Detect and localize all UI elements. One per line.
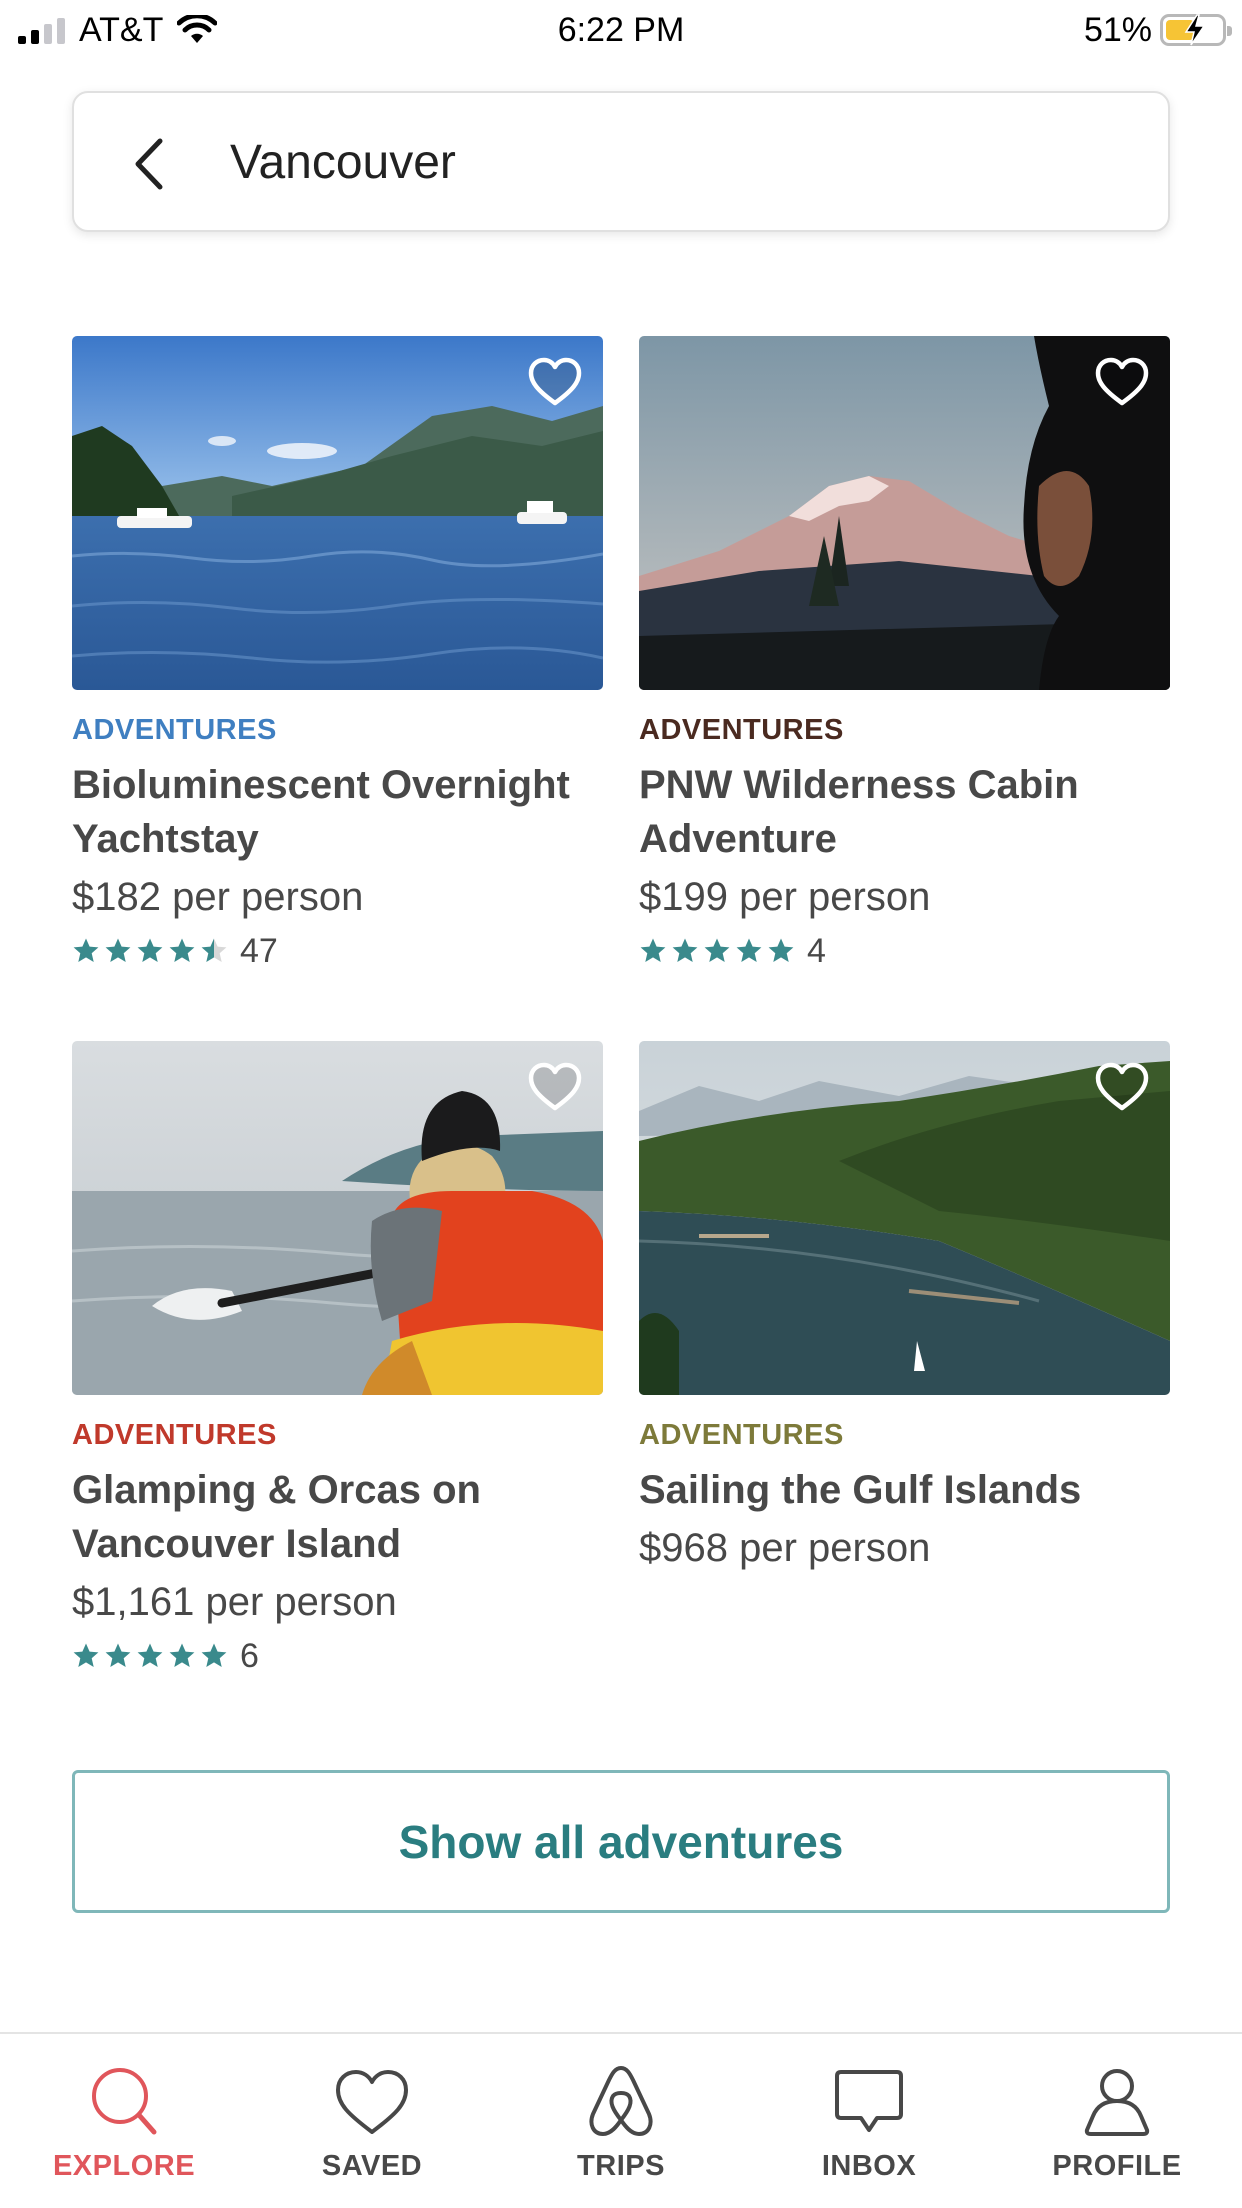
tab-label: EXPLORE bbox=[52, 2150, 196, 2182]
listing-price: $968 per person bbox=[639, 1526, 931, 1570]
review-count: 47 bbox=[240, 931, 278, 970]
listing-category: ADVENTURES bbox=[639, 714, 844, 746]
battery-icon bbox=[1160, 14, 1232, 46]
listing-photo bbox=[72, 1041, 603, 1395]
listing-category: ADVENTURES bbox=[72, 1419, 277, 1451]
star-full-icon bbox=[768, 938, 794, 962]
tab-trips[interactable]: TRIPS bbox=[521, 2062, 721, 2183]
star-full-icon bbox=[105, 938, 131, 962]
star-full-icon bbox=[169, 938, 195, 962]
review-count: 4 bbox=[807, 931, 826, 970]
save-heart-icon[interactable] bbox=[1094, 356, 1150, 408]
star-full-icon bbox=[137, 938, 163, 962]
listing-price: $182 per person bbox=[72, 875, 364, 919]
star-full-icon bbox=[105, 1643, 131, 1667]
bottom-tab-bar: EXPLORE SAVED TRIPS INBOX PROFILE bbox=[0, 2032, 1242, 2208]
listing-photo bbox=[639, 336, 1170, 690]
listing-photo bbox=[639, 1041, 1170, 1395]
listing-price: $199 per person bbox=[639, 875, 931, 919]
tab-saved[interactable]: SAVED bbox=[272, 2062, 472, 2183]
battery-percent: 51% bbox=[1083, 10, 1152, 49]
airbnb-logo-icon bbox=[589, 2066, 653, 2136]
save-heart-icon[interactable] bbox=[1094, 1061, 1150, 1113]
star-rating bbox=[72, 937, 228, 965]
listing-title[interactable]: Bioluminescent Overnight Yachtstay bbox=[72, 758, 603, 866]
search-icon bbox=[92, 2068, 157, 2135]
listing-image[interactable] bbox=[72, 1041, 603, 1395]
listing-image[interactable] bbox=[639, 1041, 1170, 1395]
battery-cap bbox=[1227, 26, 1232, 36]
heart-icon bbox=[336, 2070, 408, 2134]
listing-category: ADVENTURES bbox=[72, 714, 277, 746]
tab-label: SAVED bbox=[321, 2150, 423, 2182]
star-rating bbox=[639, 937, 795, 965]
review-count: 6 bbox=[240, 1636, 259, 1675]
tab-profile[interactable]: PROFILE bbox=[1017, 2062, 1217, 2183]
location-title: Vancouver bbox=[230, 136, 456, 189]
listing-image[interactable] bbox=[639, 336, 1170, 690]
listing-card[interactable]: ADVENTURES Glamping & Orcas on Vancouver… bbox=[72, 1041, 603, 1679]
star-full-icon bbox=[736, 938, 762, 962]
star-full-icon bbox=[672, 938, 698, 962]
star-full-icon bbox=[704, 938, 730, 962]
tab-inbox[interactable]: INBOX bbox=[769, 2062, 969, 2183]
location-search-bar[interactable]: Vancouver bbox=[72, 91, 1170, 232]
star-half-icon bbox=[201, 938, 227, 962]
tab-explore[interactable]: EXPLORE bbox=[24, 2062, 224, 2183]
listing-card[interactable]: ADVENTURES Sailing the Gulf Islands $968… bbox=[639, 1041, 1170, 1575]
save-heart-icon[interactable] bbox=[527, 356, 583, 408]
listing-rating: 6 bbox=[72, 1633, 603, 1679]
tab-label: PROFILE bbox=[1052, 2150, 1182, 2182]
star-full-icon bbox=[137, 1643, 163, 1667]
star-full-icon bbox=[169, 1643, 195, 1667]
listing-card[interactable]: ADVENTURES Bioluminescent Overnight Yach… bbox=[72, 336, 603, 974]
show-all-adventures-button[interactable]: Show all adventures bbox=[72, 1770, 1170, 1913]
listing-photo bbox=[72, 336, 603, 690]
star-full-icon bbox=[640, 938, 666, 962]
save-heart-icon[interactable] bbox=[527, 1061, 583, 1113]
tab-label: TRIPS bbox=[577, 2150, 665, 2182]
chevron-left-icon[interactable] bbox=[130, 137, 170, 191]
listing-category: ADVENTURES bbox=[639, 1419, 844, 1451]
tab-label: INBOX bbox=[821, 2150, 917, 2182]
star-full-icon bbox=[73, 938, 99, 962]
listing-title[interactable]: PNW Wilderness Cabin Adventure bbox=[639, 758, 1170, 866]
listing-title[interactable]: Glamping & Orcas on Vancouver Island bbox=[72, 1463, 603, 1571]
status-right: 51% bbox=[1083, 8, 1232, 52]
person-icon bbox=[1084, 2069, 1150, 2136]
star-rating bbox=[72, 1642, 228, 1670]
listing-image[interactable] bbox=[72, 336, 603, 690]
listing-price: $1,161 per person bbox=[72, 1580, 397, 1624]
listing-card[interactable]: ADVENTURES PNW Wilderness Cabin Adventur… bbox=[639, 336, 1170, 974]
chat-bubble-icon bbox=[835, 2070, 903, 2132]
listing-title[interactable]: Sailing the Gulf Islands bbox=[639, 1463, 1170, 1517]
star-full-icon bbox=[201, 1643, 227, 1667]
status-time: 6:22 PM bbox=[557, 11, 685, 49]
status-bar: AT&T 6:22 PM 51% bbox=[0, 0, 1242, 60]
listing-rating: 47 bbox=[72, 928, 603, 974]
listing-rating: 4 bbox=[639, 928, 1170, 974]
charging-bolt-icon bbox=[1184, 14, 1206, 46]
star-full-icon bbox=[73, 1643, 99, 1667]
